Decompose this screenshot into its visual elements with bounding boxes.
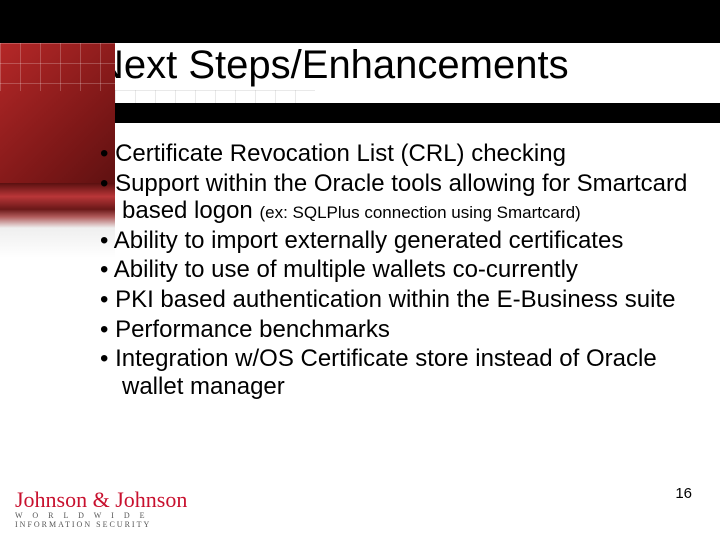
list-item: Ability to import externally generated c… bbox=[100, 227, 695, 255]
list-item: Ability to use of multiple wallets co-cu… bbox=[100, 256, 695, 284]
bullet-text: Performance benchmarks bbox=[115, 316, 390, 343]
divider-bar bbox=[115, 103, 720, 123]
bullet-text: Certificate Revocation List (CRL) checki… bbox=[115, 140, 566, 167]
grid-decoration bbox=[115, 90, 315, 103]
slide-title: Next Steps/Enhancements bbox=[95, 43, 569, 88]
bullet-text: Integration w/OS Certificate store inste… bbox=[115, 345, 657, 400]
top-black-banner bbox=[0, 0, 720, 43]
list-item: PKI based authentication within the E-Bu… bbox=[100, 286, 695, 314]
bullet-list: Certificate Revocation List (CRL) checki… bbox=[100, 140, 695, 402]
bullet-text: Ability to use of multiple wallets co-cu… bbox=[114, 256, 578, 283]
bullet-text: PKI based authentication within the E-Bu… bbox=[115, 286, 675, 313]
brand-line1: W O R L D W I D E bbox=[15, 511, 148, 520]
list-item: Support within the Oracle tools allowing… bbox=[100, 170, 695, 225]
page-number: 16 bbox=[675, 485, 692, 502]
brand-line2: INFORMATION SECURITY bbox=[15, 520, 151, 529]
left-graphic bbox=[0, 43, 115, 258]
list-item: Performance benchmarks bbox=[100, 316, 695, 344]
list-item: Integration w/OS Certificate store inste… bbox=[100, 345, 695, 400]
bullet-text: Ability to import externally generated c… bbox=[114, 227, 624, 254]
list-item: Certificate Revocation List (CRL) checki… bbox=[100, 140, 695, 168]
footer-logo: Johnson & Johnson W O R L D W I D E INFO… bbox=[15, 489, 195, 530]
brand-subtitle: W O R L D W I D E INFORMATION SECURITY bbox=[15, 512, 195, 530]
brand-script: Johnson & Johnson bbox=[15, 489, 195, 511]
bullet-subtext: (ex: SQLPlus connection using Smartcard) bbox=[259, 203, 580, 222]
